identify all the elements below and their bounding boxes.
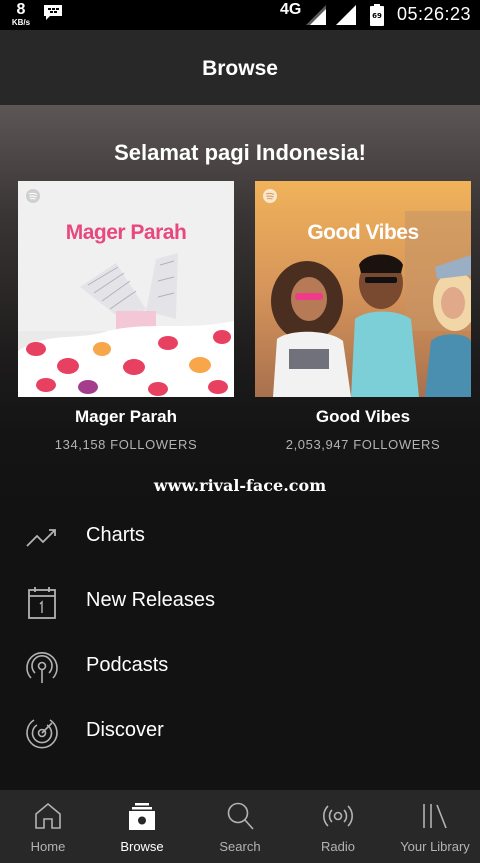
signal-strength-icon-2 <box>336 5 356 25</box>
playlist-cover-image[interactable]: Good Vibes <box>255 181 471 397</box>
status-bar: 8 KB/s 4G 69 05:26:23 <box>0 0 480 30</box>
nav-radio[interactable]: Radio <box>290 790 386 863</box>
nav-your-library[interactable]: Your Library <box>387 790 480 863</box>
watermark-text: www.rival-face.com <box>153 476 327 495</box>
playlist-followers: 134,158 FOLLOWERS <box>54 437 198 452</box>
bbm-notification-icon <box>44 5 62 20</box>
page-title: Browse <box>202 57 278 80</box>
calendar-icon <box>28 587 56 619</box>
playlist-card-mager-parah[interactable]: Mager Parah Mager Parah 134,158 FOLLOWER… <box>18 181 234 452</box>
app-header: Browse <box>0 30 480 105</box>
menu-item-label: Discover <box>86 719 164 741</box>
cover-title: Good Vibes <box>307 221 419 244</box>
menu-item-podcasts[interactable]: Podcasts <box>0 636 480 700</box>
menu-item-label: New Releases <box>86 589 215 611</box>
playlist-followers: 2,053,947 FOLLOWERS <box>285 437 441 452</box>
chart-trend-icon <box>26 529 56 547</box>
network-type: 4G <box>280 1 302 18</box>
nav-search[interactable]: Search <box>192 790 288 863</box>
browse-content[interactable]: Selamat pagi Indonesia! Mager Parah Mage… <box>0 105 480 790</box>
spotify-logo-icon <box>26 189 40 203</box>
battery-icon: 69 <box>370 4 384 26</box>
network-speed-value: 8 <box>16 1 26 18</box>
nav-label: Search <box>219 839 261 854</box>
spotify-logo-icon <box>263 189 277 203</box>
cover-title: Mager Parah <box>65 221 187 244</box>
greeting-heading: Selamat pagi Indonesia! <box>114 140 366 165</box>
nav-label: Browse <box>120 839 164 854</box>
playlist-card-good-vibes[interactable]: Good Vibes Good Vibes 2,053,947 FOLLOWER… <box>255 181 471 452</box>
menu-item-label: Charts <box>86 524 145 546</box>
network-speed: 8 KB/s <box>8 2 34 27</box>
home-icon <box>35 802 61 829</box>
nav-label: Radio <box>321 839 355 854</box>
playlist-cover-art <box>255 181 471 397</box>
bottom-navigation: Home Browse Search Radio Your Library <box>0 790 480 863</box>
nav-label: Home <box>30 839 66 854</box>
nav-home[interactable]: Home <box>0 790 96 863</box>
menu-item-charts[interactable]: Charts <box>0 506 480 570</box>
nav-browse[interactable]: Browse <box>94 790 190 863</box>
playlist-name[interactable]: Mager Parah <box>18 407 234 427</box>
playlist-cover-art <box>18 181 234 397</box>
browse-icon <box>129 803 155 830</box>
playlist-cover-image[interactable]: Mager Parah <box>18 181 234 397</box>
discover-icon <box>26 719 58 749</box>
signal-strength-icon <box>306 5 326 25</box>
clock: 05:26:23 <box>397 4 472 24</box>
menu-item-discover[interactable]: Discover <box>0 701 480 765</box>
search-icon <box>227 802 254 830</box>
network-speed-unit: KB/s <box>11 18 31 27</box>
podcast-icon <box>26 652 58 683</box>
library-icon <box>423 804 447 829</box>
radio-icon <box>323 805 353 827</box>
menu-item-new-releases[interactable]: New Releases <box>0 571 480 635</box>
menu-item-label: Podcasts <box>86 654 169 676</box>
battery-level: 69 <box>372 12 382 20</box>
playlist-name[interactable]: Good Vibes <box>255 407 471 427</box>
nav-label: Your Library <box>400 839 470 854</box>
